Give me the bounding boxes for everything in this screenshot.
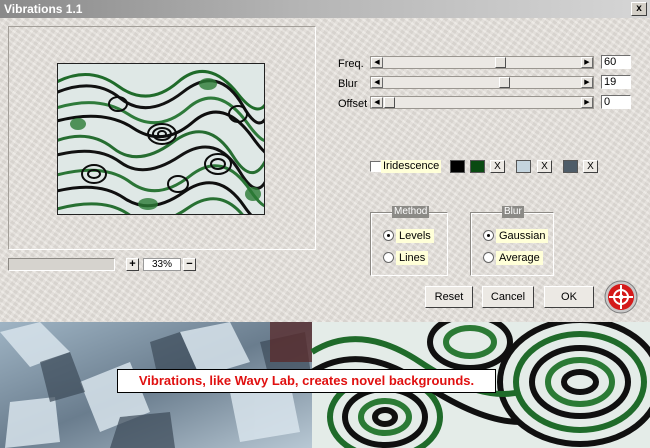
iridescence-checkbox[interactable] bbox=[370, 161, 381, 172]
clear-colors-1-button[interactable]: X bbox=[490, 160, 505, 173]
zoom-track bbox=[8, 258, 115, 271]
color-swatch-4[interactable] bbox=[563, 160, 578, 173]
ok-button[interactable]: OK bbox=[544, 286, 594, 308]
offset-label: Offset bbox=[338, 98, 368, 110]
blur-group-title: Blur bbox=[502, 206, 524, 218]
freq-left-arrow-icon[interactable]: ◀ bbox=[371, 57, 383, 68]
freq-label: Freq. bbox=[338, 58, 364, 70]
method-levels-label: Levels bbox=[396, 229, 434, 243]
offset-slider-thumb[interactable] bbox=[384, 97, 395, 108]
cancel-button[interactable]: Cancel bbox=[482, 286, 534, 308]
offset-left-arrow-icon[interactable]: ◀ bbox=[371, 97, 383, 108]
blur-average-label: Average bbox=[496, 251, 543, 265]
dialog-body: + 33% − Freq. ◀ ▶ 60 Blur ◀ ▶ 19 Offset … bbox=[0, 18, 650, 322]
offset-right-arrow-icon[interactable]: ▶ bbox=[581, 97, 593, 108]
blur-gaussian-radio[interactable] bbox=[483, 230, 494, 241]
window-title: Vibrations 1.1 bbox=[4, 2, 83, 16]
sample-banner: Vibrations, like Wavy Lab, creates novel… bbox=[0, 322, 650, 448]
blur-right-arrow-icon[interactable]: ▶ bbox=[581, 77, 593, 88]
method-lines-label: Lines bbox=[396, 251, 429, 265]
zoom-in-button[interactable]: + bbox=[126, 258, 139, 271]
reset-button[interactable]: Reset bbox=[425, 286, 473, 308]
zoom-out-button[interactable]: − bbox=[183, 258, 196, 271]
iridescence-label: Iridescence bbox=[381, 160, 442, 173]
blur-left-arrow-icon[interactable]: ◀ bbox=[371, 77, 383, 88]
title-bar: Vibrations 1.1 x bbox=[0, 0, 650, 18]
preview-frame bbox=[8, 26, 316, 250]
blur-input[interactable]: 19 bbox=[601, 75, 631, 89]
offset-slider[interactable]: ◀ ▶ bbox=[370, 96, 594, 109]
freq-slider[interactable]: ◀ ▶ bbox=[370, 56, 594, 69]
blur-slider[interactable]: ◀ ▶ bbox=[370, 76, 594, 89]
freq-input[interactable]: 60 bbox=[601, 55, 631, 69]
method-levels-radio[interactable] bbox=[383, 230, 394, 241]
freq-slider-thumb[interactable] bbox=[495, 57, 506, 68]
caption-text: Vibrations, like Wavy Lab, creates novel… bbox=[117, 369, 496, 393]
method-lines-radio[interactable] bbox=[383, 252, 394, 263]
blur-group: Blur Gaussian Average bbox=[470, 206, 554, 276]
blur-slider-thumb[interactable] bbox=[499, 77, 510, 88]
method-group-title: Method bbox=[392, 206, 430, 218]
clear-color-3-button[interactable]: X bbox=[537, 160, 552, 173]
color-swatch-1[interactable] bbox=[450, 160, 465, 173]
blur-gaussian-label: Gaussian bbox=[496, 229, 549, 243]
freq-right-arrow-icon[interactable]: ▶ bbox=[581, 57, 593, 68]
plugin-logo-icon[interactable] bbox=[604, 280, 638, 314]
preview-pattern bbox=[58, 64, 264, 214]
zoom-level: 33% bbox=[143, 258, 181, 271]
color-swatch-2[interactable] bbox=[470, 160, 485, 173]
clear-color-4-button[interactable]: X bbox=[583, 160, 598, 173]
color-swatch-3[interactable] bbox=[516, 160, 531, 173]
blur-average-radio[interactable] bbox=[483, 252, 494, 263]
blur-label: Blur bbox=[338, 78, 358, 90]
preview-image[interactable] bbox=[57, 63, 265, 215]
close-icon[interactable]: x bbox=[631, 2, 647, 16]
method-group: Method Levels Lines bbox=[370, 206, 448, 276]
offset-input[interactable]: 0 bbox=[601, 95, 631, 109]
